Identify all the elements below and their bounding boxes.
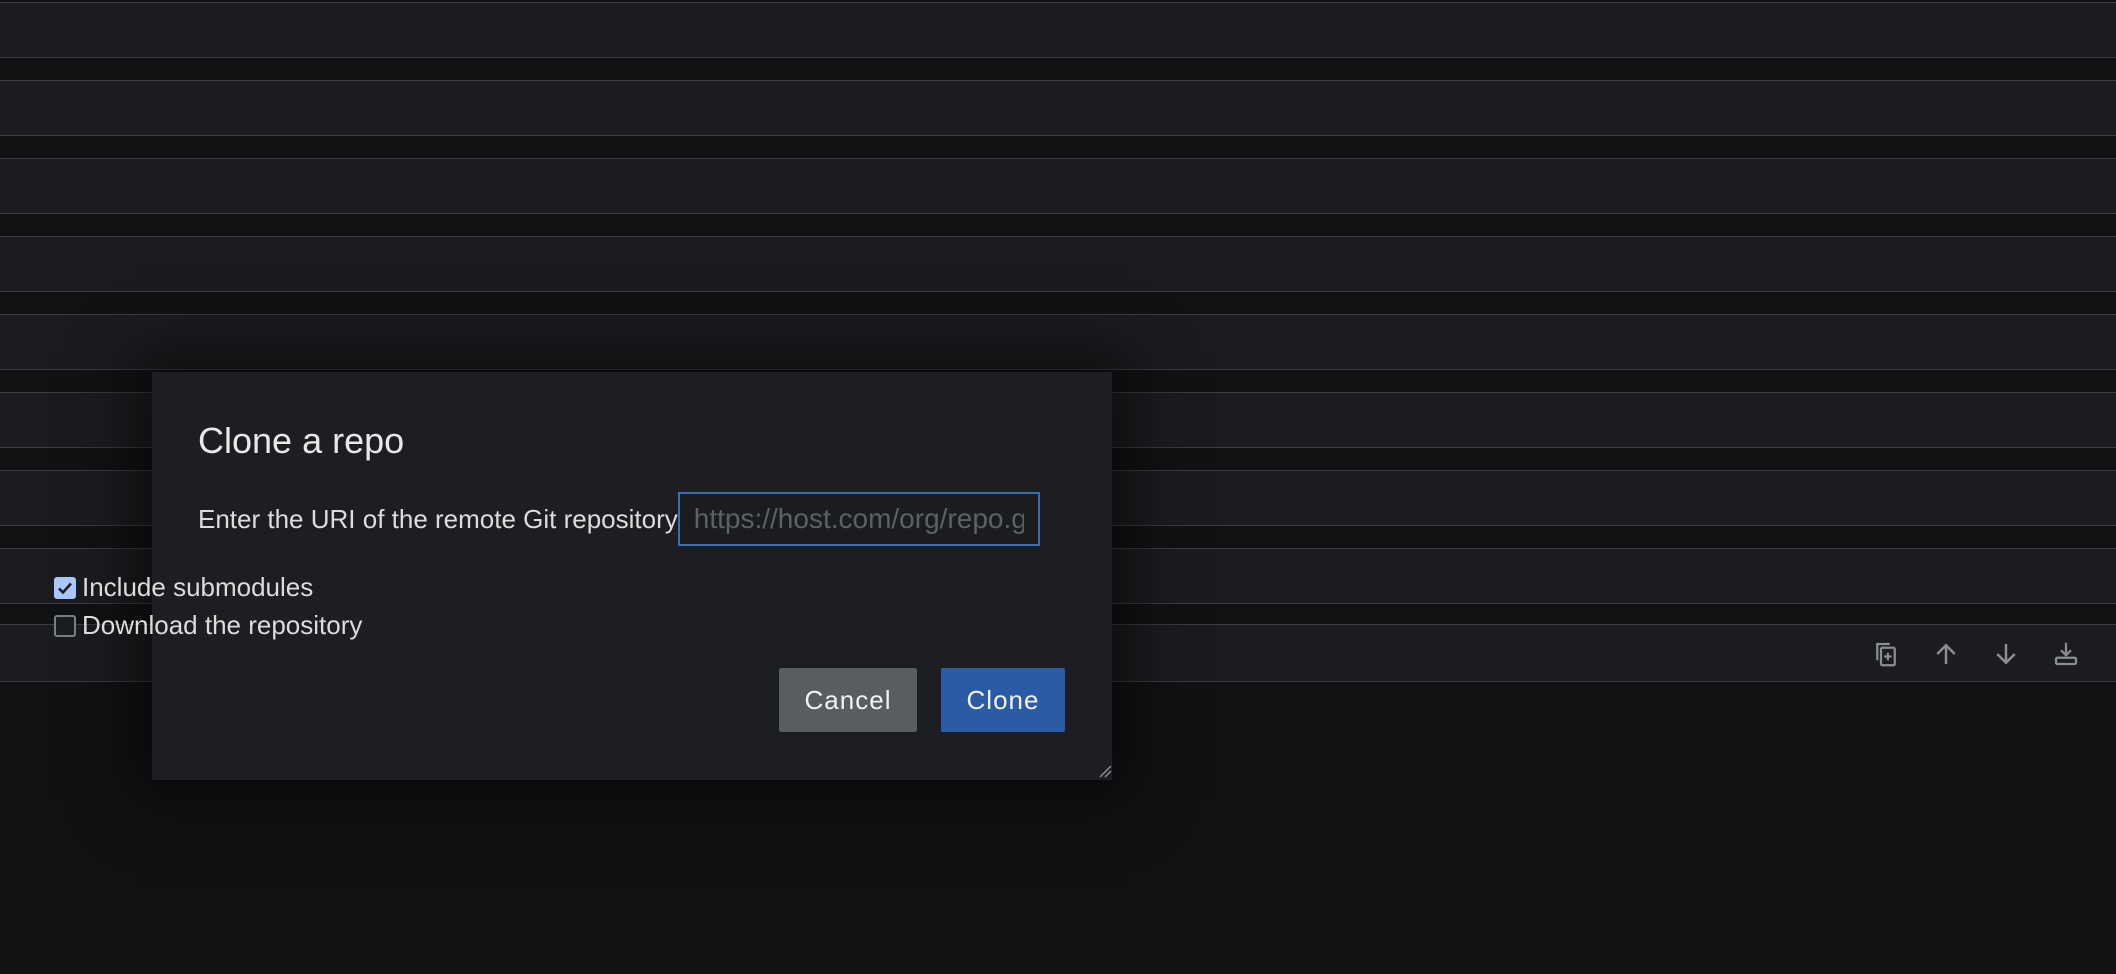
include-submodules-checkbox[interactable]: [54, 576, 76, 599]
uri-row: Enter the URI of the remote Git reposito…: [198, 492, 1040, 546]
checkmark-icon: [58, 582, 72, 594]
download-repository-checkbox[interactable]: [54, 614, 76, 637]
uri-label: Enter the URI of the remote Git reposito…: [198, 503, 678, 534]
include-submodules-option[interactable]: Include submodules: [54, 572, 313, 603]
cell-toolbar-icons: [1868, 636, 2084, 672]
include-submodules-label: Include submodules: [82, 572, 314, 602]
background-row: [0, 314, 2116, 370]
arrow-down-icon[interactable]: [1988, 636, 2024, 672]
download-repository-option[interactable]: Download the repository: [54, 610, 362, 641]
insert-below-icon[interactable]: [2048, 636, 2084, 672]
app-window: Clone a repo Enter the URI of the remote…: [0, 0, 2116, 974]
uri-input[interactable]: [677, 492, 1040, 546]
background-row: [0, 80, 2116, 136]
dialog-title: Clone a repo: [198, 420, 405, 461]
duplicate-icon[interactable]: [1868, 636, 1904, 672]
background-row: [0, 2, 2116, 58]
clone-button[interactable]: Clone: [941, 668, 1065, 732]
arrow-up-icon[interactable]: [1928, 636, 1964, 672]
background-row: [0, 158, 2116, 214]
download-repository-label: Download the repository: [82, 610, 363, 640]
resize-grip-icon[interactable]: [1098, 764, 1112, 778]
cancel-button[interactable]: Cancel: [779, 668, 917, 732]
background-row: [0, 236, 2116, 292]
